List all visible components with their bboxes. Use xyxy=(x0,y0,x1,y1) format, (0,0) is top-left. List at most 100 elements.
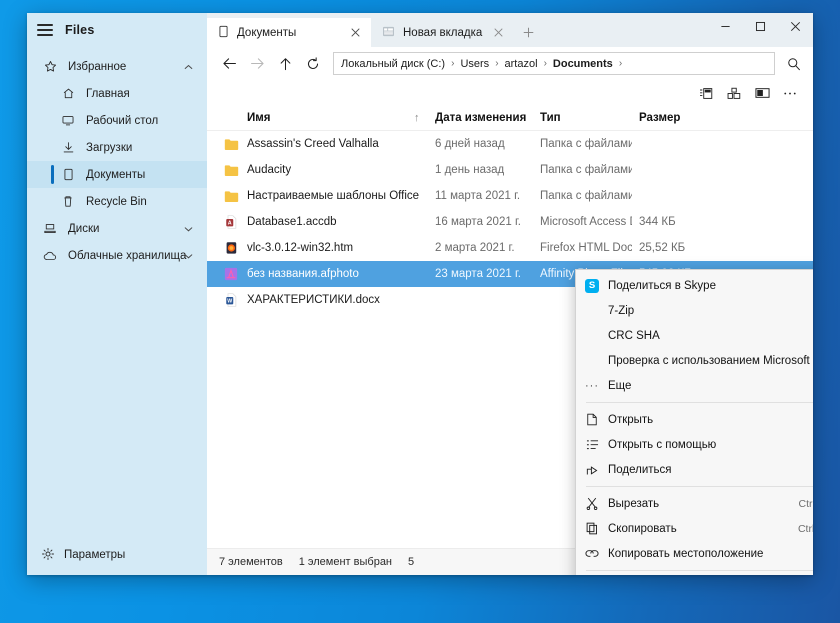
tab-new-tab[interactable]: Новая вкладка xyxy=(371,18,514,47)
star-icon xyxy=(41,59,59,75)
file-date: 1 день назад xyxy=(435,164,505,176)
breadcrumb-item[interactable]: Локальный диск (C:) xyxy=(341,58,445,70)
document-icon xyxy=(59,167,77,183)
breadcrumb-item[interactable]: artazol xyxy=(505,58,538,70)
app-title: Files xyxy=(65,23,95,37)
menu-item-shortcut: Ctrl+X xyxy=(798,497,813,510)
chevron-up-icon xyxy=(184,61,193,73)
context-menu: S Поделиться в Skype 7-Zip › CRC SHA › П… xyxy=(575,269,813,575)
link-icon xyxy=(576,548,608,559)
folder-icon xyxy=(221,164,241,177)
breadcrumb-item[interactable]: Users xyxy=(460,58,489,70)
selection-count-label: 1 элемент выбран xyxy=(298,556,393,568)
file-name: vlc-3.0.12-win32.htm xyxy=(247,242,354,254)
firefox-icon xyxy=(221,241,241,255)
sidebar-nav: Избранное Главная Рабочий стол Загрузки … xyxy=(27,47,207,535)
table-row[interactable]: vlc-3.0.12-win32.htm 2 марта 2021 г. Fir… xyxy=(207,235,813,261)
menu-item-7zip[interactable]: 7-Zip › xyxy=(576,298,813,323)
menu-item-shortcut: Ctrl+C xyxy=(797,522,813,535)
menu-item-defender-scan[interactable]: Проверка с использованием Microsoft Defe… xyxy=(576,348,813,373)
breadcrumb-separator: › xyxy=(543,58,547,69)
forward-button[interactable] xyxy=(243,50,271,78)
file-date: 23 марта 2021 г. xyxy=(435,268,521,280)
sidebar-item-recycle-bin[interactable]: Recycle Bin xyxy=(27,188,207,215)
menu-item-label: Поделиться в Skype xyxy=(608,279,716,292)
file-explorer-window: Files Избранное Главная Рабочий стол Заг… xyxy=(27,13,813,575)
menu-item-open-with[interactable]: Открыть с помощью xyxy=(576,432,813,457)
access-icon: A xyxy=(221,215,241,229)
arrow-left-icon xyxy=(222,58,236,69)
sidebar-item-documents[interactable]: Документы xyxy=(27,161,207,188)
menu-item-copy-location[interactable]: Копировать местоположение xyxy=(576,541,813,566)
file-date: 2 марта 2021 г. xyxy=(435,242,515,254)
sidebar-item-downloads[interactable]: Загрузки xyxy=(27,134,207,161)
column-header-type[interactable]: Тип xyxy=(540,112,561,124)
share-icon xyxy=(576,464,608,476)
file-type: Папка с файлами xyxy=(540,190,632,202)
menu-item-more[interactable]: ··· Еще › xyxy=(576,373,813,398)
sidebar-group-cloud-storage[interactable]: Облачные хранилища xyxy=(27,242,207,269)
preview-pane-button[interactable] xyxy=(749,82,775,104)
column-header-date[interactable]: Дата изменения xyxy=(435,112,526,124)
details-view-button[interactable] xyxy=(693,82,719,104)
close-button[interactable] xyxy=(778,13,813,39)
scissors-icon xyxy=(576,497,608,510)
folder-icon xyxy=(221,190,241,203)
menu-item-label: Вырезать xyxy=(608,497,660,510)
more-options-button[interactable] xyxy=(777,82,803,104)
table-row[interactable]: Audacity 1 день назад Папка с файлами xyxy=(207,157,813,183)
close-icon[interactable] xyxy=(346,24,364,42)
chevron-down-icon xyxy=(184,223,193,235)
column-header-name[interactable]: Имя xyxy=(247,112,270,124)
sidebar-item-label: Recycle Bin xyxy=(86,195,147,208)
search-button[interactable] xyxy=(781,51,807,77)
table-row[interactable]: Assassin's Creed Valhalla 6 дней назад П… xyxy=(207,131,813,157)
table-row[interactable]: Настраиваемые шаблоны Office 11 марта 20… xyxy=(207,183,813,209)
menu-item-label: Открыть xyxy=(608,413,654,426)
menu-item-cut[interactable]: Вырезать Ctrl+X xyxy=(576,491,813,516)
sidebar-item-desktop[interactable]: Рабочий стол xyxy=(27,107,207,134)
sidebar-group-drives[interactable]: Диски xyxy=(27,215,207,242)
trash-icon xyxy=(59,194,77,210)
file-type: Папка с файлами xyxy=(540,164,632,176)
chevron-down-icon xyxy=(184,250,193,262)
ellipsis-icon: ··· xyxy=(585,379,599,392)
back-button[interactable] xyxy=(215,50,243,78)
refresh-button[interactable] xyxy=(299,50,327,78)
menu-item-open[interactable]: Открыть xyxy=(576,407,813,432)
file-name: Audacity xyxy=(247,164,292,176)
file-date: 6 дней назад xyxy=(435,138,505,150)
menu-item-label: Еще xyxy=(608,379,632,392)
ellipsis-icon xyxy=(784,92,796,94)
maximize-button[interactable] xyxy=(743,13,778,39)
breadcrumb-separator: › xyxy=(618,58,623,69)
menu-item-crc-sha[interactable]: CRC SHA › xyxy=(576,323,813,348)
menu-item-share-skype[interactable]: S Поделиться в Skype xyxy=(576,273,813,298)
sidebar-group-label: Диски xyxy=(68,222,100,235)
cloud-icon xyxy=(41,248,59,264)
column-header-size[interactable]: Размер xyxy=(639,112,680,124)
menu-item-share[interactable]: Поделиться xyxy=(576,457,813,482)
sidebar-group-favorites[interactable]: Избранное xyxy=(27,53,207,80)
sidebar-item-home[interactable]: Главная xyxy=(27,80,207,107)
selection-size-label: 5 xyxy=(408,556,415,568)
sidebar-item-settings[interactable]: Параметры xyxy=(27,535,207,575)
up-button[interactable] xyxy=(271,50,299,78)
menu-item-copy[interactable]: Скопировать Ctrl+C xyxy=(576,516,813,541)
window-controls xyxy=(708,13,813,39)
file-size: 25,52 КБ xyxy=(639,242,686,254)
close-icon[interactable] xyxy=(490,24,507,42)
new-tab-button[interactable] xyxy=(514,18,542,47)
menu-item-label: Копировать местоположение xyxy=(608,547,764,560)
address-bar[interactable]: Локальный диск (C:) › Users › artazol › … xyxy=(333,52,775,75)
item-count-label: 7 элементов xyxy=(219,556,283,568)
search-icon xyxy=(788,57,800,70)
minimize-button[interactable] xyxy=(708,13,743,39)
layout-view-button[interactable] xyxy=(721,82,747,104)
breadcrumb-item-current[interactable]: Documents xyxy=(553,58,613,70)
hamburger-icon[interactable] xyxy=(37,24,53,36)
menu-separator xyxy=(586,486,813,487)
table-row[interactable]: A Database1.accdb 16 марта 2021 г. Micro… xyxy=(207,209,813,235)
file-type: Папка с файлами xyxy=(540,138,632,150)
tab-documents[interactable]: Документы xyxy=(207,18,371,47)
